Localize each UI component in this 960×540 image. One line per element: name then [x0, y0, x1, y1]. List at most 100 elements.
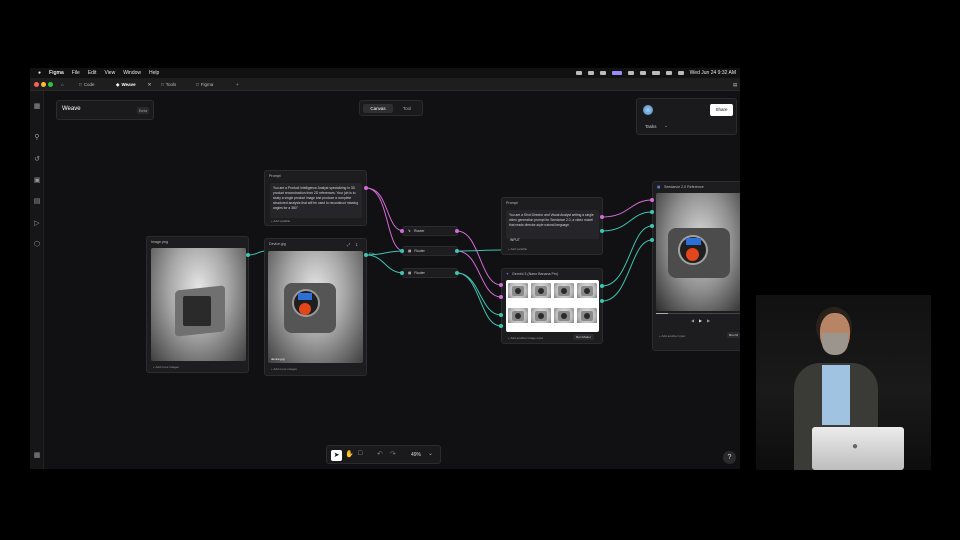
play-icon[interactable]: ▶: [699, 318, 702, 323]
output-port[interactable]: [600, 299, 604, 303]
output-port[interactable]: [455, 271, 459, 275]
close-tab-icon[interactable]: ✕: [148, 82, 152, 88]
thumbnail[interactable]: [531, 308, 551, 326]
comment-tool-icon[interactable]: □: [358, 450, 362, 457]
project-title[interactable]: Weave: [62, 106, 81, 112]
device-node[interactable]: Device.jpg ⤢ ↧ device.jpg + Add more ima…: [264, 238, 367, 376]
input-port[interactable]: [400, 271, 404, 275]
gallery-icon[interactable]: ▦: [33, 452, 41, 460]
minimize-window-button[interactable]: [41, 82, 46, 87]
sidebar-toggle-icon[interactable]: ▤: [729, 80, 741, 89]
output-port[interactable]: [600, 215, 604, 219]
output-port[interactable]: [600, 284, 604, 288]
user-avatar[interactable]: [643, 105, 653, 115]
redo-icon[interactable]: ↷: [390, 450, 396, 458]
output-port[interactable]: [364, 253, 368, 257]
add-variable-link[interactable]: + Add variable: [508, 247, 527, 251]
run-model-button[interactable]: Run M: [727, 332, 740, 338]
image-node[interactable]: Image.png + Add more images: [146, 236, 249, 373]
status-icon[interactable]: [575, 71, 582, 75]
output-port[interactable]: [246, 253, 250, 257]
router-node[interactable]: ↯ Router: [402, 226, 458, 236]
run-model-button[interactable]: Run Model: [573, 334, 594, 340]
video-preview[interactable]: [656, 193, 740, 311]
wifi-icon[interactable]: [639, 71, 646, 75]
chevron-down-icon[interactable]: ⌄: [428, 450, 433, 457]
tab-weave[interactable]: ◈ Weave ✕: [112, 80, 155, 89]
expand-icon[interactable]: ⤢: [347, 242, 350, 247]
menu-window[interactable]: Window: [123, 70, 141, 76]
seedance-node[interactable]: ▩ Seedance 2.0 Reference ▶ ◀ ▶ + Add ano…: [652, 181, 740, 351]
tab-tools[interactable]: □ Tools: [157, 80, 180, 89]
add-more-images-link[interactable]: + Add more images: [271, 367, 297, 371]
status-icon[interactable]: [599, 71, 606, 75]
router-node[interactable]: ▦ Router: [402, 246, 458, 256]
hand-tool-icon[interactable]: ✋: [345, 450, 354, 458]
image-icon[interactable]: ▤: [33, 198, 41, 206]
new-tab-button[interactable]: +: [232, 80, 243, 89]
add-input-link[interactable]: + Add another input: [659, 334, 685, 338]
thumbnail[interactable]: [577, 283, 597, 301]
prompt-node[interactable]: Prompt You are a Product Intelligence An…: [264, 170, 367, 226]
input-port[interactable]: [650, 224, 654, 228]
output-port[interactable]: [600, 229, 604, 233]
add-variable-link[interactable]: + Add variable: [271, 219, 290, 223]
input-port[interactable]: [650, 238, 654, 242]
search-icon[interactable]: ⚲: [33, 134, 41, 142]
zoom-level[interactable]: 49%: [411, 452, 421, 458]
search-icon[interactable]: [665, 71, 672, 75]
battery-icon[interactable]: [651, 71, 660, 75]
input-port[interactable]: [499, 295, 503, 299]
menu-help[interactable]: Help: [149, 70, 159, 76]
thumbnail[interactable]: [508, 308, 528, 326]
gemini-node[interactable]: Gemini 3 (Nano Banana Pro) ✦ + Add anoth…: [501, 268, 603, 344]
chevron-down-icon[interactable]: ⌄: [664, 123, 668, 129]
canvas-tab[interactable]: Canvas: [363, 104, 393, 113]
screen-record-icon[interactable]: [611, 71, 622, 75]
menu-view[interactable]: View: [104, 70, 115, 76]
output-port[interactable]: [455, 229, 459, 233]
router-node[interactable]: ▦ Router: [402, 268, 458, 278]
moon-icon[interactable]: [627, 71, 634, 75]
thumbnail[interactable]: [577, 308, 597, 326]
thumbnail[interactable]: [508, 283, 528, 301]
help-button[interactable]: ?: [723, 451, 736, 464]
home-icon[interactable]: ⌂: [57, 80, 68, 89]
input-port[interactable]: [400, 229, 404, 233]
skip-back-icon[interactable]: ◀: [691, 318, 694, 323]
input-port[interactable]: [650, 198, 654, 202]
input-port[interactable]: [499, 283, 503, 287]
download-icon[interactable]: ↧: [355, 242, 358, 247]
select-tool-icon[interactable]: ➤: [331, 450, 342, 461]
history-icon[interactable]: ↺: [33, 156, 41, 164]
video-scrubber[interactable]: [656, 313, 740, 314]
apple-icon[interactable]: ●: [38, 70, 41, 76]
undo-icon[interactable]: ↶: [377, 450, 383, 458]
add-image-input-link[interactable]: + Add another image input: [508, 336, 543, 340]
skip-forward-icon[interactable]: ▶: [707, 318, 710, 323]
cube-icon[interactable]: ⬡: [33, 241, 41, 249]
output-port[interactable]: [455, 249, 459, 253]
share-button[interactable]: Share: [710, 104, 733, 116]
weave-logo-icon[interactable]: ▦: [33, 103, 41, 111]
tab-code[interactable]: □ Code: [75, 80, 98, 89]
zoom-window-button[interactable]: [48, 82, 53, 87]
menubar-clock[interactable]: Wed Jun 24 9:32 AM: [690, 70, 736, 76]
output-port[interactable]: [364, 186, 368, 190]
tool-tab[interactable]: Tool: [397, 104, 417, 113]
weave-canvas[interactable]: ▦ ⚲ ↺ ▣ ▤ ▷ ⬡ ▦ Weave Beta Canvas Tool S…: [30, 91, 740, 469]
tab-figma[interactable]: □ Figma: [192, 80, 217, 89]
close-window-button[interactable]: [34, 82, 39, 87]
menu-edit[interactable]: Edit: [88, 70, 97, 76]
status-icon[interactable]: [587, 71, 594, 75]
tasks-dropdown[interactable]: Tasks: [645, 124, 657, 129]
briefcase-icon[interactable]: ▣: [33, 177, 41, 185]
prompt-node[interactable]: Prompt You are a Shot Director and Visua…: [501, 197, 603, 255]
input-port[interactable]: [499, 313, 503, 317]
menu-app-name[interactable]: Figma: [49, 70, 64, 76]
input-port[interactable]: [400, 249, 404, 253]
thumbnail[interactable]: [554, 308, 574, 326]
control-center-icon[interactable]: [677, 71, 684, 75]
input-port[interactable]: [650, 210, 654, 214]
input-port[interactable]: [499, 324, 503, 328]
